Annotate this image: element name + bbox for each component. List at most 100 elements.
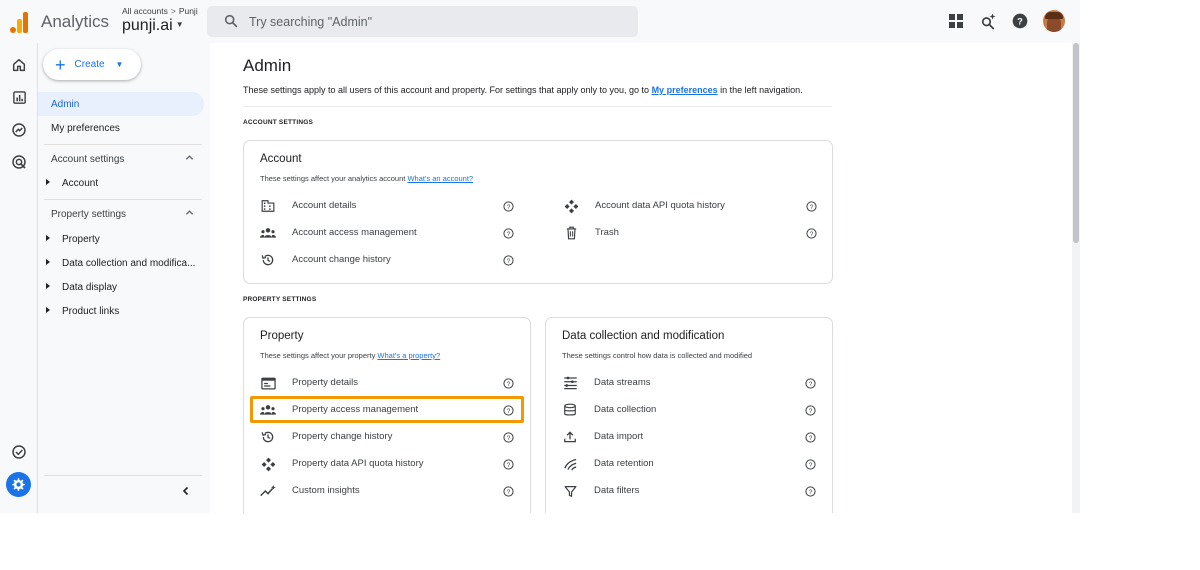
breadcrumb-all-accounts[interactable]: All accounts bbox=[122, 6, 168, 16]
nav-item-my-preferences[interactable]: My preferences bbox=[38, 116, 204, 140]
whats-a-property-link[interactable]: What's a property? bbox=[377, 351, 440, 360]
svg-text:?: ? bbox=[1017, 16, 1023, 26]
data-import-row[interactable]: Data import ? bbox=[562, 425, 822, 449]
property-change-history-row[interactable]: Property change history ? bbox=[260, 425, 520, 449]
help-circle-icon[interactable]: ? bbox=[502, 254, 514, 266]
svg-text:?: ? bbox=[506, 434, 510, 441]
expand-arrow-icon bbox=[46, 235, 50, 241]
help-circle-icon[interactable]: ? bbox=[502, 377, 514, 389]
help-circle-icon[interactable]: ? bbox=[804, 485, 816, 497]
nav-item-data-display[interactable]: Data display bbox=[38, 275, 204, 299]
nav-item-label: Data display bbox=[62, 281, 118, 293]
nav-item-label: Property bbox=[62, 233, 100, 245]
breadcrumb-account[interactable]: Punji bbox=[179, 6, 198, 16]
divider bbox=[44, 475, 202, 476]
svg-text:?: ? bbox=[506, 461, 510, 468]
help-circle-icon[interactable]: ? bbox=[805, 200, 817, 212]
chevron-up-icon bbox=[185, 208, 194, 220]
home-icon[interactable] bbox=[10, 56, 28, 74]
data-collection-card: Data collection and modification These s… bbox=[545, 317, 833, 513]
page-title: Admin bbox=[243, 56, 292, 75]
account-settings-heading: ACCOUNT SETTINGS bbox=[243, 119, 314, 126]
help-circle-icon[interactable]: ? bbox=[502, 227, 514, 239]
expand-arrow-icon bbox=[46, 179, 50, 185]
help-icon[interactable]: ? bbox=[1010, 11, 1030, 31]
account-data-api-quota-history-row[interactable]: Account data API quota history ? bbox=[563, 194, 823, 218]
app-name: Analytics bbox=[41, 12, 110, 31]
data-retention-row[interactable]: Data retention ? bbox=[562, 452, 822, 476]
search-insights-icon[interactable] bbox=[978, 11, 998, 31]
property-card-description: These settings affect your property What… bbox=[260, 351, 440, 360]
plus-icon: + bbox=[55, 54, 66, 75]
divider bbox=[44, 199, 202, 200]
account-card-title: Account bbox=[260, 153, 302, 165]
advertising-icon[interactable] bbox=[10, 153, 28, 171]
svg-text:?: ? bbox=[506, 488, 510, 495]
row-label: Account change history bbox=[292, 254, 391, 265]
help-circle-icon[interactable]: ? bbox=[502, 485, 514, 497]
help-circle-icon[interactable]: ? bbox=[804, 458, 816, 470]
building-icon bbox=[260, 198, 276, 214]
breadcrumb[interactable]: All accounts > Punji bbox=[122, 6, 198, 16]
search-bar[interactable] bbox=[207, 6, 638, 37]
help-circle-icon[interactable]: ? bbox=[502, 431, 514, 443]
property-data-api-quota-history-row[interactable]: Property data API quota history ? bbox=[260, 452, 520, 476]
search-input[interactable] bbox=[247, 6, 627, 37]
row-label: Property details bbox=[292, 377, 359, 388]
create-button[interactable]: + Create ▼ bbox=[43, 49, 141, 80]
trash-icon bbox=[563, 225, 579, 241]
list-item[interactable] bbox=[562, 506, 822, 513]
whats-an-account-link[interactable]: What's an account? bbox=[407, 174, 473, 183]
explore-icon[interactable] bbox=[10, 121, 28, 139]
nav-item-product-links[interactable]: Product links bbox=[38, 299, 204, 323]
help-circle-icon[interactable]: ? bbox=[502, 458, 514, 470]
collapse-nav-button[interactable] bbox=[178, 483, 194, 499]
account-access-management-row[interactable]: Account access management ? bbox=[260, 221, 520, 245]
nav-item-admin[interactable]: Admin bbox=[38, 92, 204, 116]
data-filters-row[interactable]: Data filters ? bbox=[562, 479, 822, 503]
divider bbox=[243, 106, 832, 107]
my-preferences-link[interactable]: My preferences bbox=[652, 85, 718, 95]
row-label: Data retention bbox=[594, 458, 654, 469]
help-circle-icon[interactable] bbox=[804, 512, 816, 513]
account-change-history-row[interactable]: Account change history ? bbox=[260, 248, 520, 272]
apps-grid-icon[interactable] bbox=[946, 11, 966, 31]
admin-gear-icon[interactable] bbox=[6, 472, 31, 497]
data-collection-row[interactable]: Data collection ? bbox=[562, 398, 822, 422]
nav-item-label: Account bbox=[62, 177, 99, 189]
row-label: Property data API quota history bbox=[292, 458, 424, 469]
property-details-row[interactable]: Property details ? bbox=[260, 371, 520, 395]
svg-text:?: ? bbox=[808, 461, 812, 468]
analytics-logo-icon[interactable] bbox=[10, 11, 30, 33]
data-streams-row[interactable]: Data streams ? bbox=[562, 371, 822, 395]
row-label: Account data API quota history bbox=[595, 200, 725, 211]
custom-insights-row[interactable]: Custom insights ? bbox=[260, 479, 520, 503]
help-circle-icon[interactable] bbox=[502, 512, 514, 513]
nav-section-account-settings[interactable]: Account settings bbox=[38, 147, 204, 171]
analytics-app: Analytics All accounts>Punji punji.ai▼ ? bbox=[0, 0, 1080, 513]
scrollbar-thumb[interactable] bbox=[1073, 43, 1079, 243]
help-circle-icon[interactable]: ? bbox=[502, 200, 514, 212]
api-icon bbox=[260, 456, 276, 472]
property-selector[interactable]: punji.ai ▼ bbox=[122, 17, 184, 35]
account-details-row[interactable]: Account details ? bbox=[260, 194, 520, 218]
help-circle-icon[interactable]: ? bbox=[804, 404, 816, 416]
help-circle-icon[interactable]: ? bbox=[805, 227, 817, 239]
help-circle-icon[interactable]: ? bbox=[804, 431, 816, 443]
nav-item-account[interactable]: Account bbox=[38, 171, 204, 195]
nav-section-property-settings[interactable]: Property settings bbox=[38, 202, 204, 226]
trash-row[interactable]: Trash ? bbox=[563, 221, 823, 245]
desc-text: These settings affect your analytics acc… bbox=[260, 174, 408, 183]
help-circle-icon[interactable]: ? bbox=[804, 377, 816, 389]
chevron-left-icon bbox=[182, 486, 189, 496]
list-item[interactable] bbox=[260, 506, 520, 513]
search-icon bbox=[223, 13, 239, 29]
nav-item-label: Product links bbox=[62, 305, 120, 317]
configure-icon[interactable] bbox=[10, 443, 28, 461]
reports-icon[interactable] bbox=[10, 88, 28, 106]
history-icon bbox=[260, 429, 276, 445]
nav-item-property[interactable]: Property bbox=[38, 227, 204, 251]
desc-text: These settings apply to all users of thi… bbox=[243, 85, 652, 95]
avatar[interactable] bbox=[1043, 10, 1065, 32]
nav-item-data-collection[interactable]: Data collection and modifica... bbox=[38, 251, 204, 275]
